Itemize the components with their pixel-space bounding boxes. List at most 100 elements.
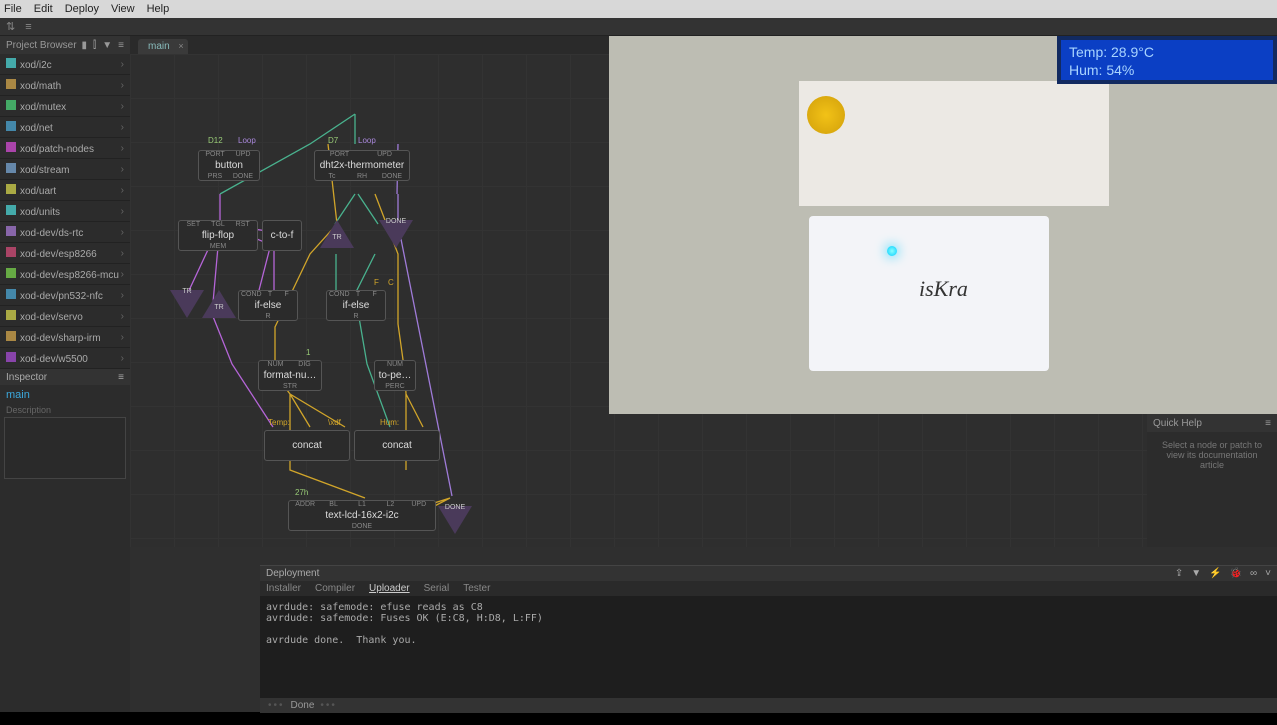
inspector-desc-area[interactable] bbox=[4, 417, 126, 479]
node-flipflop[interactable]: SETTGLRST flip-flop MEM bbox=[178, 220, 258, 251]
inspector-desc-label: Description bbox=[0, 405, 130, 415]
node-tr3[interactable]: TR bbox=[202, 290, 236, 324]
lib-item-xod-dev-ds-rtc[interactable]: xod-dev/ds-rtc› bbox=[0, 222, 130, 243]
lib-item-xod-dev-esp8266[interactable]: xod-dev/esp8266› bbox=[0, 243, 130, 264]
val-f: F bbox=[374, 278, 379, 287]
node-done-lcd[interactable]: DONE bbox=[438, 506, 472, 540]
lbl-temp: Temp: bbox=[268, 418, 290, 427]
tab-installer[interactable]: Installer bbox=[266, 583, 301, 594]
menu-deploy[interactable]: Deploy bbox=[65, 3, 99, 15]
quickhelp-header: Quick Help ≡ bbox=[1147, 414, 1277, 432]
pin-upd: UPD bbox=[408, 501, 430, 508]
pin-upd: UPD bbox=[232, 151, 254, 158]
tool-icon-1[interactable]: ⇅ bbox=[6, 20, 15, 33]
pin-t: T bbox=[262, 291, 279, 298]
webcam-view: isKra Temp: 28.9°C Hum: 54% bbox=[609, 36, 1277, 414]
pin-tgl: TGL bbox=[207, 221, 229, 228]
node-ifelse1[interactable]: CONDTF if-else R bbox=[238, 290, 298, 321]
quickhelp-menu-icon[interactable]: ≡ bbox=[1265, 418, 1271, 429]
tab-close-icon[interactable]: × bbox=[178, 41, 183, 51]
lib-item-xod-dev-esp8266-mcu[interactable]: xod-dev/esp8266-mcu› bbox=[0, 264, 130, 285]
pb-icon-filter[interactable]: ▼ bbox=[102, 40, 112, 51]
menu-edit[interactable]: Edit bbox=[34, 3, 53, 15]
tab-uploader[interactable]: Uploader bbox=[369, 583, 410, 594]
menu-bar: File Edit Deploy View Help bbox=[0, 0, 1277, 18]
tab-tester[interactable]: Tester bbox=[463, 583, 490, 594]
lib-item-xod-dev-w5500[interactable]: xod-dev/w5500› bbox=[0, 348, 130, 369]
deployment-title: Deployment bbox=[266, 568, 319, 579]
lib-item-xod-dev-servo[interactable]: xod-dev/servo› bbox=[0, 306, 130, 327]
node-lcd[interactable]: ADDR BL L1 L2 UPD text-lcd-16x2-i2c DONE bbox=[288, 500, 436, 531]
pin-port: PORT bbox=[204, 151, 226, 158]
val-c: C bbox=[388, 278, 394, 287]
lib-item-xod-stream[interactable]: xod/stream› bbox=[0, 159, 130, 180]
lib-item-xod-dev-sharp-irm[interactable]: xod-dev/sharp-irm› bbox=[0, 327, 130, 348]
node-tope[interactable]: NUM to-pe… PERC bbox=[374, 360, 416, 391]
lib-item-xod-net[interactable]: xod/net› bbox=[0, 117, 130, 138]
inspector-title: Inspector bbox=[6, 372, 47, 383]
tab-main-label: main bbox=[148, 41, 170, 52]
val-1: 1 bbox=[306, 348, 310, 357]
node-dht[interactable]: PORTUPD dht2x-thermometer TcRHDONE bbox=[314, 150, 410, 181]
pb-icon-tune[interactable]: ⫿ bbox=[93, 40, 96, 51]
dep-icon-chevron[interactable]: ˅ bbox=[1265, 568, 1271, 579]
sidebar: Project Browser ▮ ⫿ ▼ ≡ xod/i2c›xod/math… bbox=[0, 36, 130, 712]
pin-r: R bbox=[257, 313, 279, 320]
node-formatnum[interactable]: NUMDIG format-nu… STR bbox=[258, 360, 322, 391]
inspector-menu-icon[interactable]: ≡ bbox=[118, 372, 124, 383]
node-concat1[interactable]: concat bbox=[264, 430, 350, 461]
tab-compiler[interactable]: Compiler bbox=[315, 583, 355, 594]
menu-view[interactable]: View bbox=[111, 3, 135, 15]
dep-icon-link[interactable]: ∞ bbox=[1250, 568, 1257, 579]
lib-item-xod-mutex[interactable]: xod/mutex› bbox=[0, 96, 130, 117]
node-tr2[interactable]: TR bbox=[170, 290, 204, 324]
done-lcd-label: DONE bbox=[445, 504, 465, 511]
dep-icon-upload[interactable]: ⇪ bbox=[1175, 568, 1183, 579]
pin-num: NUM bbox=[384, 361, 406, 368]
pin-set: SET bbox=[182, 221, 204, 228]
status-dots-r: ••• bbox=[320, 700, 337, 711]
node-lcd-label: text-lcd-16x2-i2c bbox=[289, 508, 435, 523]
node-ctof[interactable]: c-to-f bbox=[262, 220, 302, 251]
dep-icon-bug[interactable]: 🐞 bbox=[1230, 568, 1242, 579]
node-done1[interactable]: DONE bbox=[379, 220, 413, 254]
arduino-board: isKra bbox=[809, 216, 1049, 371]
lcd-line2: Hum: 54% bbox=[1069, 62, 1134, 78]
tool-icon-2[interactable]: ≡ bbox=[25, 21, 31, 33]
menu-help[interactable]: Help bbox=[147, 3, 170, 15]
node-button[interactable]: PORTUPD button PRSDONE bbox=[198, 150, 260, 181]
deployment-log[interactable]: avrdude: safemode: efuse reads as C8 avr… bbox=[260, 596, 1277, 698]
node-formatnum-label: format-nu… bbox=[259, 368, 321, 383]
lib-item-xod-i2c[interactable]: xod/i2c› bbox=[0, 54, 130, 75]
deployment-status: ••• Done ••• bbox=[260, 698, 1277, 713]
lib-item-xod-units[interactable]: xod/units› bbox=[0, 201, 130, 222]
node-tr1[interactable]: TR bbox=[320, 220, 354, 254]
lib-item-xod-dev-pn532-nfc[interactable]: xod-dev/pn532-nfc› bbox=[0, 285, 130, 306]
dep-icon-filter[interactable]: ▼ bbox=[1191, 568, 1201, 579]
footer bbox=[0, 712, 1277, 725]
node-ifelse2[interactable]: CONDTF if-else R bbox=[326, 290, 386, 321]
status-text: Done bbox=[291, 700, 315, 711]
lib-item-xod-patch-nodes[interactable]: xod/patch-nodes› bbox=[0, 138, 130, 159]
pin-r: R bbox=[345, 313, 367, 320]
project-browser-title: Project Browser bbox=[6, 40, 77, 51]
tab-serial[interactable]: Serial bbox=[424, 583, 450, 594]
lbl-hum: Hum: bbox=[380, 418, 399, 427]
val-d7: D7 bbox=[328, 136, 338, 145]
lib-item-xod-math[interactable]: xod/math› bbox=[0, 75, 130, 96]
pb-icon-menu[interactable]: ≡ bbox=[118, 40, 124, 51]
breadboard bbox=[799, 81, 1109, 206]
dep-icon-zap[interactable]: ⚡ bbox=[1209, 568, 1221, 579]
node-concat2-label: concat bbox=[355, 438, 439, 453]
node-ifelse2-label: if-else bbox=[327, 298, 385, 313]
pin-num: NUM bbox=[265, 361, 287, 368]
node-concat2[interactable]: concat bbox=[354, 430, 440, 461]
lib-item-xod-uart[interactable]: xod/uart› bbox=[0, 180, 130, 201]
pin-f: F bbox=[366, 291, 383, 298]
tab-main[interactable]: main × bbox=[138, 39, 188, 54]
pin-upd: UPD bbox=[374, 151, 396, 158]
quickhelp-panel: Quick Help ≡ Select a node or patch to v… bbox=[1147, 414, 1277, 547]
lbl-xdf: \xdf bbox=[328, 418, 341, 427]
menu-file[interactable]: File bbox=[4, 3, 22, 15]
pb-icon-book[interactable]: ▮ bbox=[82, 40, 88, 51]
